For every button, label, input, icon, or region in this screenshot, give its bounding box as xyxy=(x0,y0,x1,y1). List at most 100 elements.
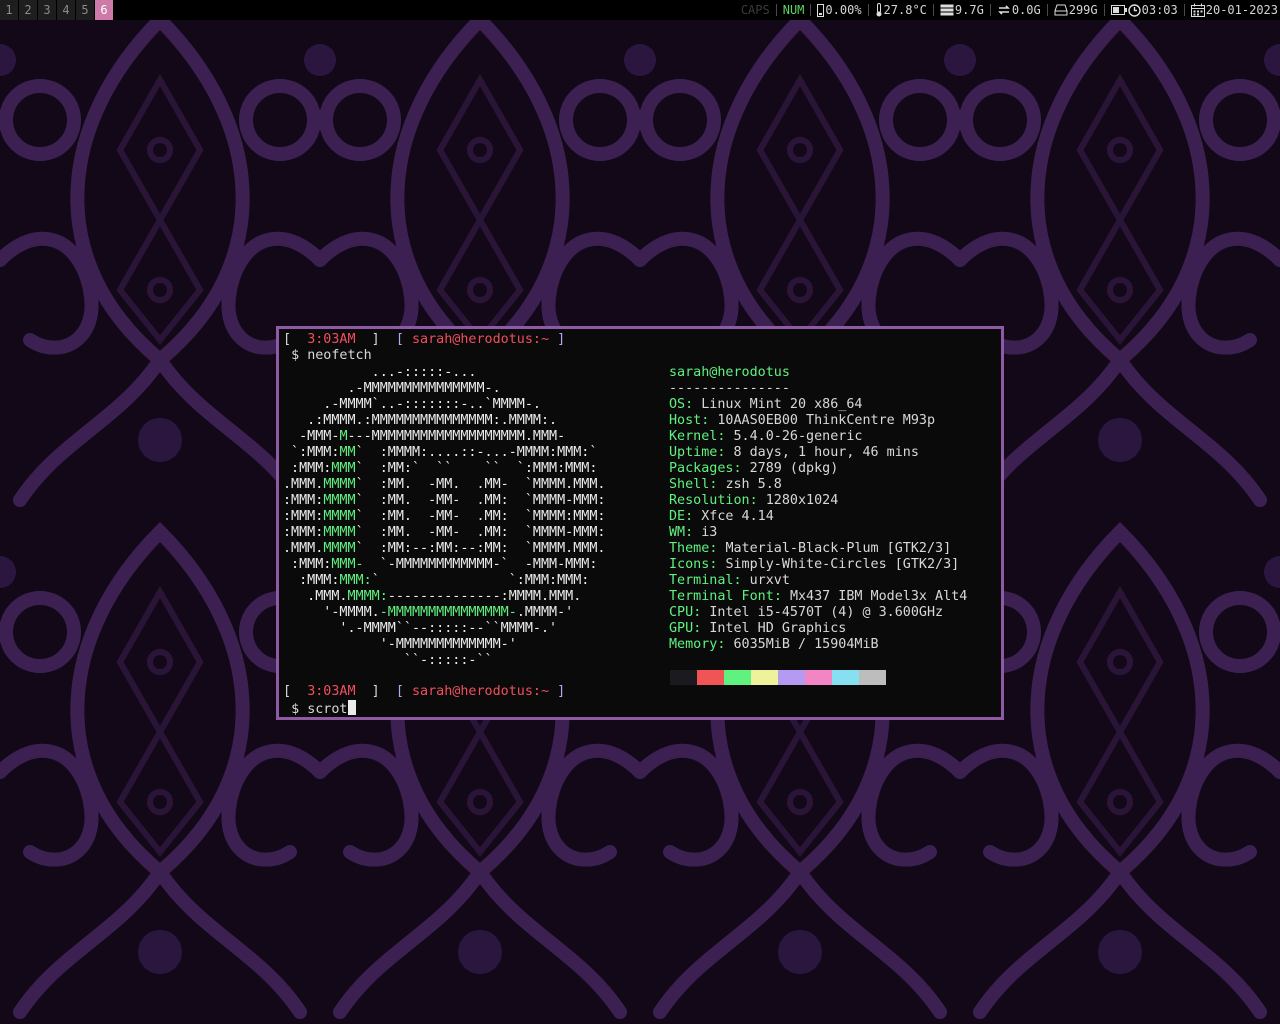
info-value: Linux Mint 20 x86_64 xyxy=(701,397,863,412)
info-row: Resolution: 1280x1024 xyxy=(669,493,967,509)
info-row: Terminal Font: Mx437 IBM Model3x Alt4 xyxy=(669,589,967,605)
ascii-segment: MMMM xyxy=(323,493,356,508)
ascii-segment: :MMM: xyxy=(283,557,332,572)
color-swatch xyxy=(832,670,859,685)
neofetch-info: sarah@herodotus --------------- OS: Linu… xyxy=(669,365,967,653)
info-key: Resolution xyxy=(669,493,750,508)
text-cursor xyxy=(347,700,356,715)
ascii-line: :MMM:MMM:` `:MMM:MMM: xyxy=(283,573,605,589)
temperature-value: 27.8°C xyxy=(883,3,927,17)
color-swatch xyxy=(778,670,805,685)
color-swatch xyxy=(859,670,886,685)
info-colon: : xyxy=(733,573,750,588)
separator xyxy=(1183,4,1185,16)
workspace-2-button[interactable]: 2 xyxy=(19,0,37,20)
ascii-segment: ...-:::::-... xyxy=(283,365,477,380)
ascii-segment: :MMM: xyxy=(283,573,340,588)
workspace-4-button[interactable]: 4 xyxy=(57,0,75,20)
date-value: 20-01-2023 xyxy=(1205,3,1278,17)
battery-status xyxy=(1110,5,1128,15)
ascii-segment: .MMMM-' xyxy=(516,605,574,620)
clock: 03:03 xyxy=(1127,0,1178,20)
info-colon: : xyxy=(773,589,790,604)
ascii-line: '-MMMM.-MMMMMMMMMMMMMMM-.MMMM-' xyxy=(283,605,605,621)
disk-usage: 299G xyxy=(1054,0,1098,20)
thermometer-icon xyxy=(875,3,883,17)
terminal-window[interactable]: [ 3:03AM ] [ sarah@herodotus:~ ] $ neofe… xyxy=(276,326,1004,720)
cpu-usage-value: 0.00% xyxy=(825,3,862,17)
workspace-6-button[interactable]: 6 xyxy=(95,0,113,20)
command-line-1: $ neofetch xyxy=(283,348,372,364)
info-value: i3 xyxy=(701,525,718,540)
ascii-segment: '-MMMM. xyxy=(283,605,380,620)
info-key: Host xyxy=(669,413,702,428)
info-value: Intel i5-4570T (4) @ 3.600GHz xyxy=(709,605,944,620)
ascii-segment: ` :MM. -MM. .MM- `MMMM.MMM. xyxy=(355,477,606,492)
ascii-line: ``-:::::-`` xyxy=(283,653,605,669)
info-value: zsh 5.8 xyxy=(725,477,782,492)
info-key: CPU xyxy=(669,605,694,620)
ascii-line: '.-MMMM``--:::::--``MMMM-.' xyxy=(283,621,605,637)
info-key: Kernel xyxy=(669,429,718,444)
info-colon: : xyxy=(693,621,710,636)
ascii-segment: ` :MM. -MM- .MM: `MMMM-MMM: xyxy=(355,525,606,540)
info-colon: : xyxy=(709,477,726,492)
workspace-1-button[interactable]: 1 xyxy=(0,0,18,20)
ascii-segment: .MMM. xyxy=(283,477,324,492)
workspace-3-button[interactable]: 3 xyxy=(38,0,56,20)
ascii-line: :MMM:MMM- `-MMMMMMMMMMMM-` -MMM-MMM: xyxy=(283,557,605,573)
info-colon: : xyxy=(717,445,734,460)
ascii-segment: ` :MMMM:....::-...-MMMM:MMM:` xyxy=(355,445,598,460)
info-value: Material-Black-Plum [GTK2/3] xyxy=(725,541,952,556)
ascii-segment: .MMM. xyxy=(283,541,324,556)
cpu-usage: 0.00% xyxy=(817,0,862,20)
info-row: Memory: 6035MiB / 15904MiB xyxy=(669,637,967,653)
color-swatch xyxy=(724,670,751,685)
info-colon: : xyxy=(685,397,702,412)
info-value: 2789 (dpkg) xyxy=(749,461,839,476)
info-value: 5.4.0-26-generic xyxy=(733,429,863,444)
separator xyxy=(867,4,869,16)
status-blocks: CAPS NUM 0.00% 27.8°C 9.7G 0.0G 299G 03:… xyxy=(741,0,1280,20)
calendar-icon xyxy=(1190,3,1205,17)
swap-value: 0.0G xyxy=(1011,3,1041,17)
ascii-line: .:MMMM.:MMMMMMMMMMMMMMM:.MMMM:. xyxy=(283,413,605,429)
info-key: GPU xyxy=(669,621,694,636)
command-line-2[interactable]: $ scrot xyxy=(283,700,356,717)
info-colon: : xyxy=(693,605,710,620)
info-value: 8 days, 1 hour, 46 mins xyxy=(733,445,919,460)
info-colon: : xyxy=(701,413,718,428)
color-palette xyxy=(670,670,886,685)
ascii-line: :MMM:MMMM` :MM. -MM- .MM: `MMMM:MMM: xyxy=(283,509,605,525)
info-key: Packages xyxy=(669,461,734,476)
info-row: DE: Xfce 4.14 xyxy=(669,509,967,525)
info-row: CPU: Intel i5-4570T (4) @ 3.600GHz xyxy=(669,605,967,621)
info-value: urxvt xyxy=(749,573,790,588)
workspace-5-button[interactable]: 5 xyxy=(76,0,94,20)
ascii-segment: '-MMMMMMMMMMMMM-' xyxy=(283,637,517,652)
memory-icon xyxy=(940,4,954,16)
separator xyxy=(810,4,812,16)
info-value: Intel HD Graphics xyxy=(709,621,847,636)
swap-icon xyxy=(997,4,1011,16)
info-colon: : xyxy=(717,637,734,652)
info-row: Kernel: 5.4.0-26-generic xyxy=(669,429,967,445)
info-row: Uptime: 8 days, 1 hour, 46 mins xyxy=(669,445,967,461)
disk-value: 299G xyxy=(1068,3,1098,17)
info-rule: --------------- xyxy=(669,381,790,396)
command-input[interactable]: scrot xyxy=(307,702,347,717)
ascii-segment: MMM xyxy=(331,461,356,476)
ascii-segment: :MMM: xyxy=(283,461,332,476)
command-text: neofetch xyxy=(307,348,372,363)
ascii-segment: -MMM- xyxy=(283,429,340,444)
info-key: Terminal xyxy=(669,573,734,588)
info-key: Icons xyxy=(669,557,710,572)
info-rows: OS: Linux Mint 20 x86_64 Host: 10AAS0EB00… xyxy=(669,397,967,653)
info-row: GPU: Intel HD Graphics xyxy=(669,621,967,637)
neofetch-ascii-logo: ...-:::::-... .-MMMMMMMMMMMMMMM-. .-MMMM… xyxy=(283,365,605,669)
info-value: Mx437 IBM Model3x Alt4 xyxy=(789,589,968,604)
ascii-line: .MMM.MMMM` :MM:--:MM:--:MM: `MMMM.MMM. xyxy=(283,541,605,557)
separator xyxy=(775,4,777,16)
prompt-user: sarah@herodotus:~ xyxy=(412,332,550,347)
clock-icon xyxy=(1127,3,1141,17)
